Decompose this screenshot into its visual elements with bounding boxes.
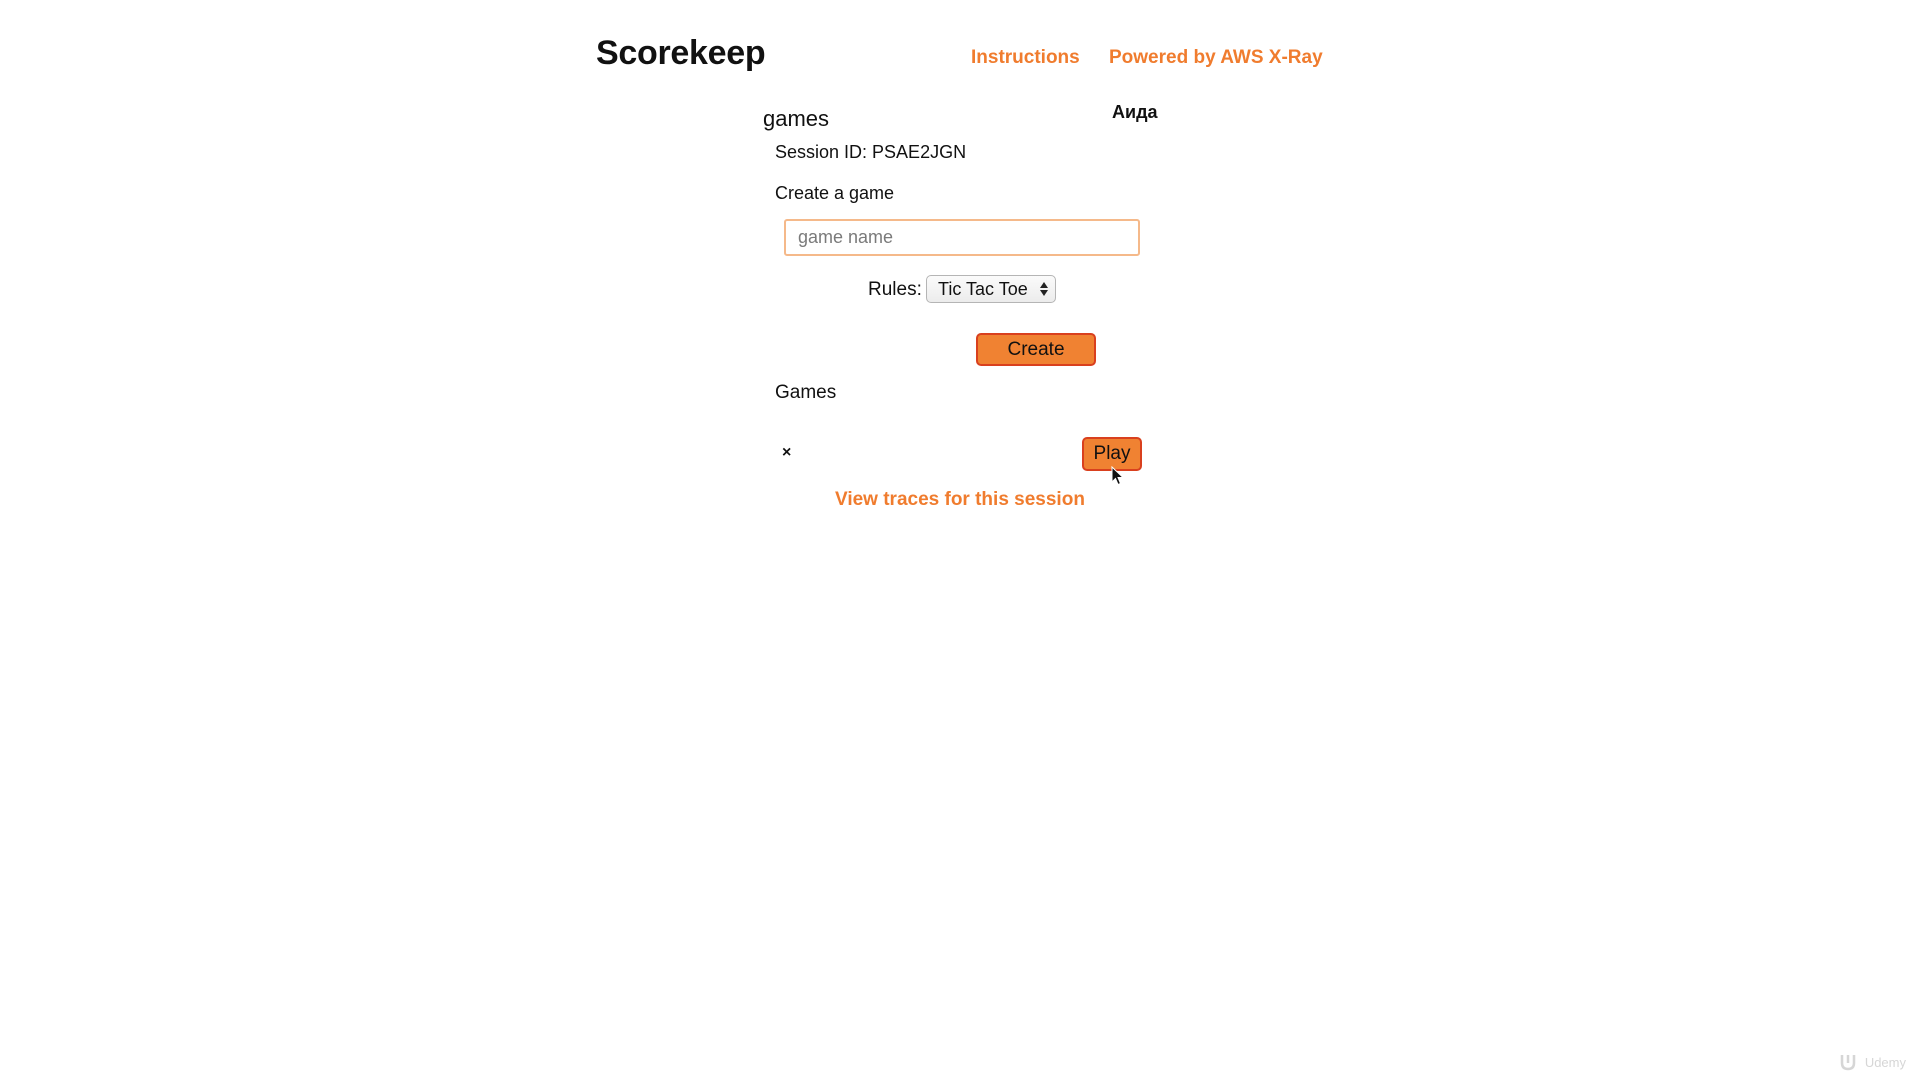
instructions-link[interactable]: Instructions xyxy=(971,47,1080,69)
mouse-pointer-icon xyxy=(1111,466,1125,486)
user-name: Аида xyxy=(1112,102,1158,122)
view-traces-link[interactable]: View traces for this session xyxy=(835,489,1085,511)
create-game-label: Create a game xyxy=(775,183,895,203)
udemy-logo-icon xyxy=(1840,1055,1856,1071)
games-label: Games xyxy=(775,382,837,403)
powered-by-xray-link[interactable]: Powered by AWS X-Ray xyxy=(1109,47,1323,69)
page: Scorekeep Instructions Powered by AWS X-… xyxy=(0,0,1920,1080)
create-button[interactable]: Create xyxy=(976,333,1096,366)
rules-select[interactable]: Tic Tac Toe xyxy=(926,275,1056,303)
rules-label: Rules: xyxy=(868,279,922,300)
watermark: Udemy xyxy=(1839,1052,1906,1072)
session-id: Session ID: PSAE2JGN xyxy=(775,142,967,162)
close-icon[interactable]: × xyxy=(782,445,796,461)
game-name-input[interactable] xyxy=(784,219,1140,256)
up-down-arrows-icon xyxy=(1037,278,1051,300)
watermark-text: Udemy xyxy=(1864,1054,1906,1070)
app-title: Scorekeep xyxy=(596,34,766,72)
section-heading: games xyxy=(763,106,830,131)
rules-selected-value: Tic Tac Toe xyxy=(938,278,1028,299)
